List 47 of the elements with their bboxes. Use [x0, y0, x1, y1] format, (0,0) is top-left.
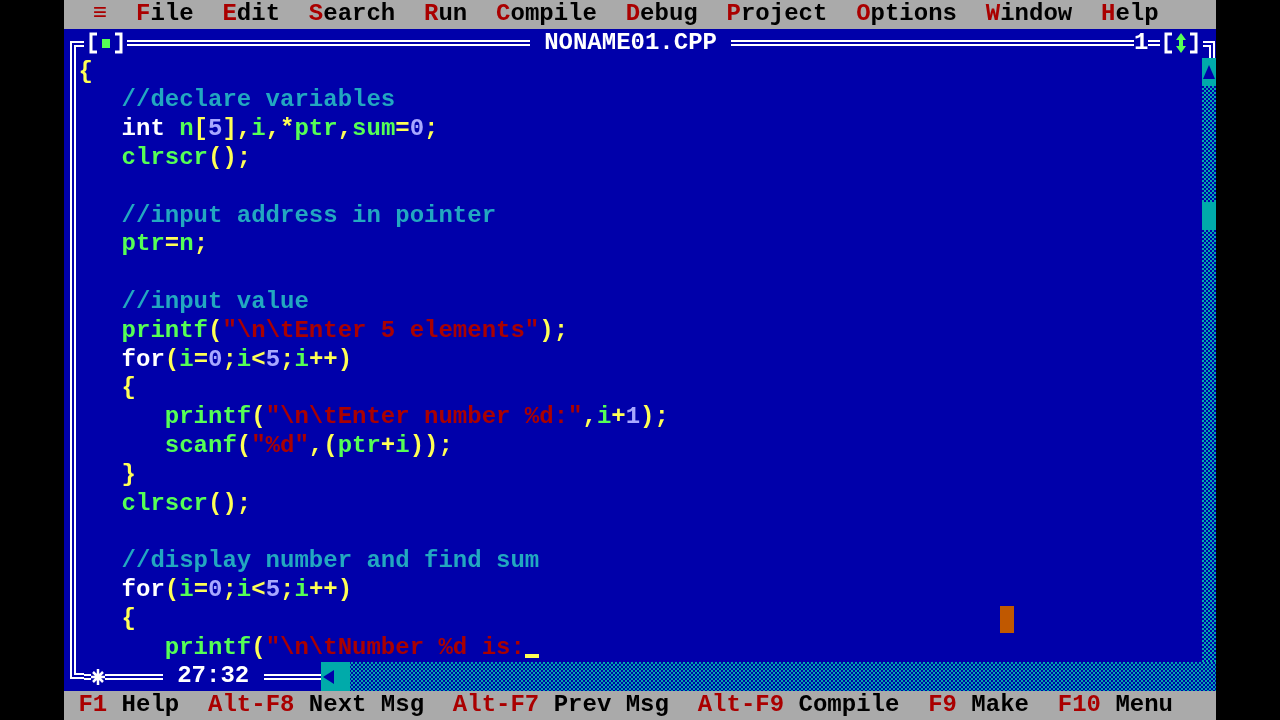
- menu-item[interactable]: Edit: [222, 0, 281, 29]
- shortcut-item[interactable]: F1 Help: [78, 691, 180, 720]
- code-line: clrscr();: [121, 489, 252, 519]
- menu-item[interactable]: Debug: [625, 0, 698, 29]
- shortcut-item[interactable]: Alt-F7 Prev Msg: [452, 691, 669, 720]
- window-number: 1: [1133, 28, 1149, 58]
- frame-corner: [70, 40, 84, 58]
- menu-item[interactable]: Help: [1101, 0, 1159, 29]
- frame-line: [1148, 40, 1160, 47]
- code-line: {: [78, 57, 93, 87]
- cursor-position: 27:32: [177, 662, 250, 692]
- code-line: clrscr();: [121, 144, 252, 173]
- horizontal-scrollbar[interactable]: [321, 662, 1216, 692]
- shortcut-item[interactable]: F10 Menu: [1057, 691, 1173, 720]
- menu-item[interactable]: Compile: [496, 0, 597, 29]
- code-line: //declare variables: [121, 86, 396, 116]
- code-line: //input address in pointer: [121, 201, 497, 231]
- mouse-pointer-icon: [1000, 605, 1014, 633]
- code-line: ptr=n;: [121, 230, 209, 260]
- scroll-up-button[interactable]: [1201, 57, 1216, 87]
- code-line: for(i=0;i<5;i++): [121, 575, 353, 605]
- scrollbar-thumb[interactable]: [1201, 201, 1216, 231]
- window-title: NONAME01.CPP: [543, 28, 718, 58]
- code-line: for(i=0;i<5;i++): [121, 345, 353, 375]
- code-line: }: [121, 460, 136, 490]
- code-line: int n[5],i,*ptr,sum=0;: [121, 115, 439, 144]
- menu-item[interactable]: Project: [726, 0, 828, 29]
- frame-line: [84, 673, 92, 680]
- frame-corner: [70, 662, 84, 680]
- code-line: printf("\n\tEnter 5 elements");: [121, 316, 569, 346]
- menu-item[interactable]: File: [136, 0, 194, 29]
- menu-item[interactable]: Window: [985, 0, 1073, 29]
- code-line: //input value: [121, 287, 309, 317]
- code-line: printf("\n\tNumber %d is:: [164, 633, 540, 663]
- code-line: //display number and find sum: [121, 547, 540, 576]
- code-line: scanf("%d",(ptr+i));: [164, 431, 453, 461]
- menu-item[interactable]: Options: [856, 0, 957, 29]
- code-line: {: [121, 604, 136, 634]
- shortcut-item[interactable]: Alt-F8 Next Msg: [208, 691, 425, 720]
- shortcut-item[interactable]: F9 Make: [928, 691, 1029, 720]
- code-line: printf("\n\tEnter number %d:",i+1);: [164, 403, 669, 432]
- code-line: {: [121, 374, 136, 404]
- menu-item[interactable]: Search: [308, 0, 396, 29]
- scroll-left-button[interactable]: [321, 662, 336, 692]
- shortcut-item[interactable]: Alt-F9 Compile: [697, 691, 900, 720]
- vertical-scrollbar[interactable]: [1201, 57, 1216, 663]
- menu-item[interactable]: Run: [424, 0, 468, 29]
